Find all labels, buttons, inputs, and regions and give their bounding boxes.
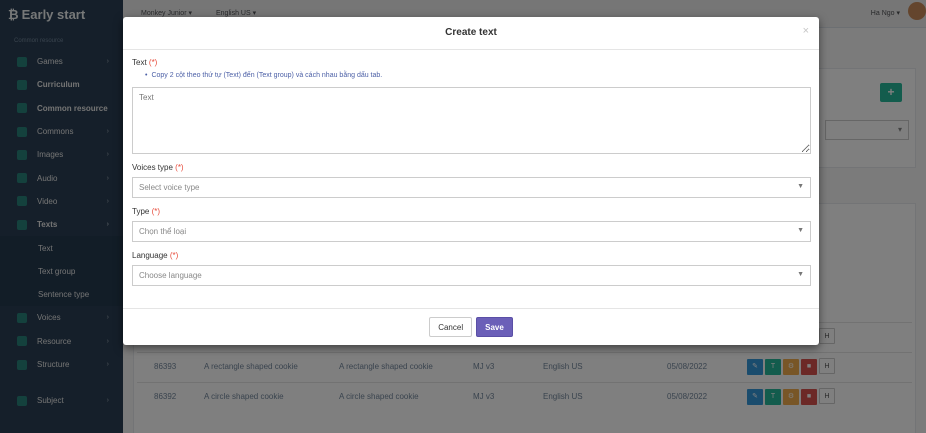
text-hint: Copy 2 cột theo thứ tự (Text) đến (Text … [132,72,811,84]
create-text-modal: Create text × Text (*) Copy 2 cột theo t… [123,17,819,345]
required-mark: (*) [175,163,184,172]
chevron-down-icon: ▼ [797,227,804,234]
text-input[interactable] [132,87,811,154]
language-select[interactable]: Choose language ▼ [132,265,811,286]
modal-header: Create text × [123,17,819,50]
cancel-button[interactable]: Cancel [429,317,473,337]
language-placeholder: Choose language [139,271,202,280]
type-label-text: Type [132,207,150,216]
chevron-down-icon: ▼ [797,183,804,190]
voices-select[interactable]: Select voice type ▼ [132,177,811,198]
required-mark: (*) [169,251,179,260]
type-label: Type (*) [132,207,811,217]
required-mark: (*) [151,207,161,216]
text-label-text: Text [132,58,147,67]
type-placeholder: Chọn thể loại [139,227,187,236]
voices-label-text: Voices type [132,163,173,172]
language-label-text: Language [132,251,168,260]
chevron-down-icon: ▼ [797,271,804,278]
required-mark: (*) [148,58,158,67]
voices-placeholder: Select voice type [139,183,200,192]
close-icon[interactable]: × [803,25,809,37]
voices-label: Voices type (*) [132,163,811,173]
modal-footer: Cancel Save [123,308,819,345]
save-button[interactable]: Save [476,317,513,337]
modal-body: Text (*) Copy 2 cột theo thứ tự (Text) đ… [132,58,811,286]
type-select[interactable]: Chọn thể loại ▼ [132,221,811,242]
modal-title: Create text [445,27,497,38]
text-label: Text (*) [132,58,811,68]
language-label: Language (*) [132,251,811,261]
